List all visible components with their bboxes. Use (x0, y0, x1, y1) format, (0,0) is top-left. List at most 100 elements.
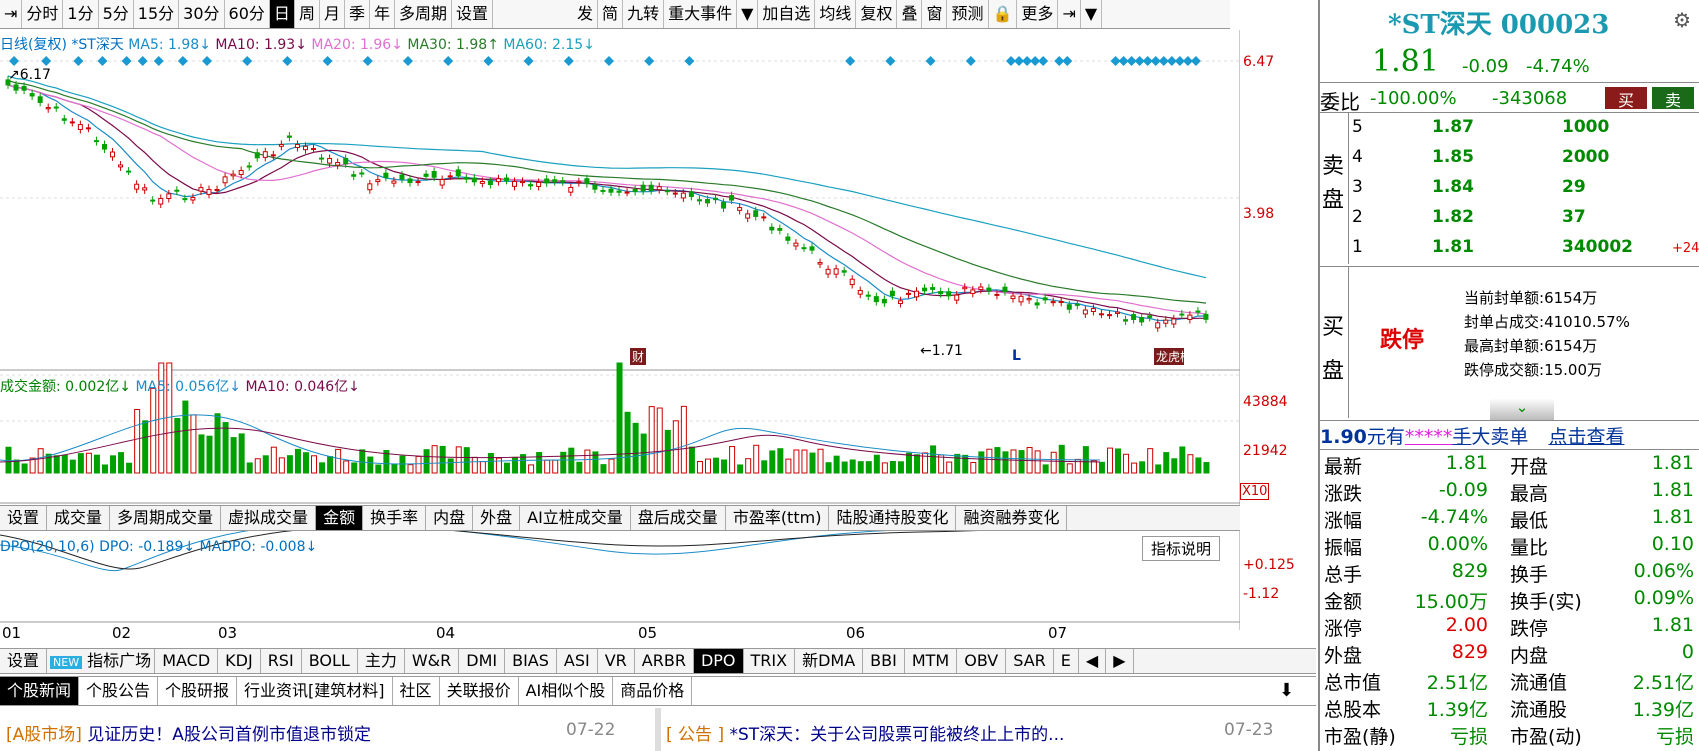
chevron-down-icon[interactable]: ▼ (737, 0, 759, 28)
ntab-ai-similar[interactable]: AI相似个股 (519, 677, 614, 705)
tab-settings[interactable]: 设置 (452, 0, 494, 28)
scroll-right-icon[interactable]: ▶ (1106, 649, 1134, 673)
itab-new-badge[interactable]: NEW 指标广场 (47, 649, 156, 673)
itab-e[interactable]: E (1054, 649, 1079, 673)
itab-rsi[interactable]: RSI (261, 649, 302, 673)
itab-kdj[interactable]: KDJ (218, 649, 261, 673)
expand-icon[interactable]: ⇥ (1058, 0, 1081, 28)
itab-bbi[interactable]: BBI (863, 649, 905, 673)
tab-month[interactable]: 月 (320, 0, 345, 28)
itab-obv[interactable]: OBV (957, 649, 1007, 673)
itab-newdma[interactable]: 新DMA (795, 649, 864, 673)
price-axis-top: 6.47 (1243, 54, 1275, 70)
ntab-related[interactable]: 关联报价 (440, 677, 519, 705)
chevron-down-icon-2[interactable]: ▼ (1081, 0, 1103, 28)
vtab-margin[interactable]: 融资融券变化 (956, 506, 1068, 530)
itab-vr[interactable]: VR (598, 649, 635, 673)
news-title[interactable]: 见证历史！A股公司首例市值退市锁定 (87, 725, 371, 745)
btn-more[interactable]: 更多 (1017, 0, 1059, 28)
itab-arbr[interactable]: ARBR (635, 649, 694, 673)
candle-body (415, 181, 421, 184)
buy-button[interactable]: 买 (1605, 87, 1647, 110)
itab-bias[interactable]: BIAS (505, 649, 557, 673)
news-title[interactable]: *ST深天：关于公司股票可能被终止上市的... (729, 725, 1064, 745)
sell-level-3[interactable]: 3 1.84 29 (1352, 177, 1697, 197)
ntab-report[interactable]: 个股研报 (158, 677, 238, 705)
volume-bar (93, 454, 100, 474)
tab-week[interactable]: 周 (295, 0, 320, 28)
itab-trix[interactable]: TRIX (744, 649, 796, 673)
itab-dmi[interactable]: DMI (459, 649, 506, 673)
tab-15min[interactable]: 15分 (134, 0, 180, 28)
tab-year[interactable]: 年 (370, 0, 395, 28)
itab-wr[interactable]: W&R (405, 649, 460, 673)
vtab-amount[interactable]: 金额 (316, 506, 364, 530)
toolbar-left-icon[interactable]: ⇥ (0, 0, 23, 28)
collapse-chevron-icon[interactable]: ⌄ (1490, 398, 1554, 420)
indicator-help-button[interactable]: 指标说明 (1142, 536, 1221, 561)
tab-fenshi[interactable]: 分时 (22, 0, 64, 28)
itab-dpo[interactable]: DPO (693, 649, 744, 673)
ntab-community[interactable]: 社区 (393, 677, 440, 705)
volume-bar (560, 451, 567, 474)
volume-bar (85, 452, 92, 474)
vtab-hk[interactable]: 陆股通持股变化 (829, 506, 957, 530)
btn-jiuzhuan[interactable]: 九转 (623, 0, 665, 28)
sell-level-5[interactable]: 5 1.87 1000 (1352, 117, 1697, 137)
tab-day[interactable]: 日 (269, 0, 295, 28)
btn-ma[interactable]: 均线 (815, 0, 857, 28)
vtab-ai[interactable]: AI立桩成交量 (520, 506, 631, 530)
btn-add-watch[interactable]: 加自选 (758, 0, 816, 28)
lock-icon[interactable]: 🔒 (989, 0, 1018, 28)
ntab-commodity[interactable]: 商品价格 (613, 677, 693, 705)
longhu-marker[interactable]: 龙虎榜 (1154, 348, 1184, 365)
ntab-industry[interactable]: 行业资讯[建筑材料] (237, 677, 393, 705)
vtab-multi[interactable]: 多周期成交量 (110, 506, 222, 530)
gear-icon[interactable]: ⚙ (1673, 8, 1691, 32)
L-marker[interactable]: L (1012, 348, 1021, 364)
itab-mtm[interactable]: MTM (905, 649, 958, 673)
vtab-inner[interactable]: 内盘 (426, 506, 474, 530)
tab-60min[interactable]: 60分 (225, 0, 270, 28)
itab-macd[interactable]: MACD (155, 649, 219, 673)
btn-window[interactable]: 窗 (922, 0, 948, 28)
btn-fa[interactable]: 发 (573, 0, 599, 28)
volume-bar (512, 456, 519, 474)
sell-level-2[interactable]: 2 1.82 37 (1352, 207, 1697, 227)
news-item-2[interactable]: [ 公告 ] *ST深天：关于公司股票可能被终止上市的... (666, 720, 1064, 745)
vtab-after[interactable]: 盘后成交量 (631, 506, 726, 530)
itab-settings[interactable]: 设置 (0, 649, 48, 673)
tab-multi[interactable]: 多周期 (395, 0, 453, 28)
big-order-line[interactable]: 1.90元有*****手大卖单 点击查看 (1320, 422, 1624, 449)
sell-level-4[interactable]: 4 1.85 2000 (1352, 147, 1697, 167)
ntab-news[interactable]: 个股新闻 (0, 677, 80, 705)
vtab-outer[interactable]: 外盘 (473, 506, 521, 530)
btn-overlay[interactable]: 叠 (897, 0, 923, 28)
itab-sar[interactable]: SAR (1006, 649, 1054, 673)
scroll-left-icon[interactable]: ◀ (1079, 649, 1107, 673)
volume-bar (262, 455, 269, 474)
vtab-settings[interactable]: 设置 (0, 506, 48, 530)
vtab-pe[interactable]: 市盈率(ttm) (726, 506, 830, 530)
tab-1min[interactable]: 1分 (63, 0, 99, 28)
ntab-notice[interactable]: 个股公告 (79, 677, 159, 705)
sell-level-1[interactable]: 1 1.81 340002 +24 (1352, 237, 1699, 257)
itab-boll[interactable]: BOLL (302, 649, 358, 673)
itab-asi[interactable]: ASI (557, 649, 598, 673)
vtab-volume[interactable]: 成交量 (47, 506, 111, 530)
cai-marker[interactable]: 财 (630, 348, 647, 365)
tab-30min[interactable]: 30分 (179, 0, 225, 28)
tab-quarter[interactable]: 季 (345, 0, 370, 28)
volume-bar (1018, 450, 1025, 474)
tab-5min[interactable]: 5分 (99, 0, 134, 28)
itab-main[interactable]: 主力 (358, 649, 405, 673)
btn-fuquan[interactable]: 复权 (856, 0, 898, 28)
download-icon[interactable]: ⬇ (1279, 680, 1294, 701)
vtab-virtual[interactable]: 虚拟成交量 (221, 506, 317, 530)
sell-button[interactable]: 卖 (1652, 87, 1694, 110)
vtab-turnover[interactable]: 换手率 (363, 506, 427, 530)
btn-events[interactable]: 重大事件 (664, 0, 738, 28)
news-item-1[interactable]: [A股市场] 见证历史！A股公司首例市值退市锁定 (6, 720, 371, 745)
btn-forecast[interactable]: 预测 (947, 0, 989, 28)
btn-jian[interactable]: 简 (598, 0, 624, 28)
